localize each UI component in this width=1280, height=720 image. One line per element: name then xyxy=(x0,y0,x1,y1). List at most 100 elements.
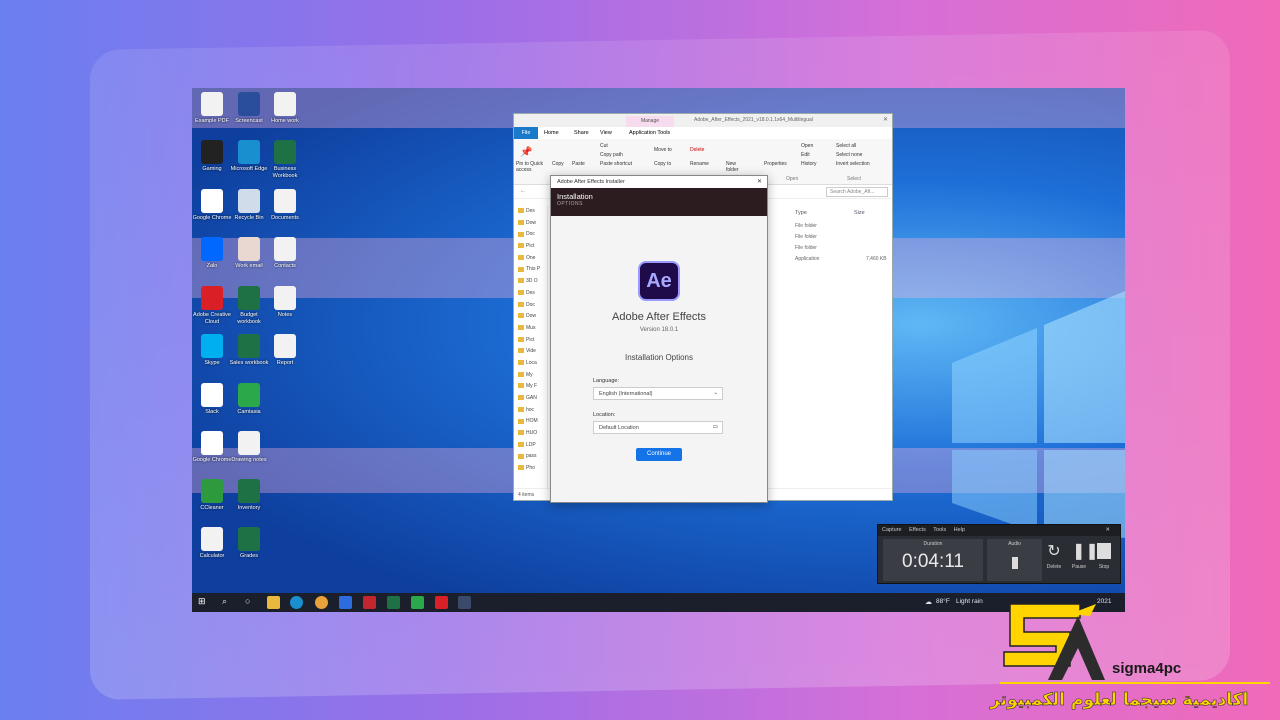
new-folder-button[interactable]: New folder xyxy=(726,161,746,173)
cut-button[interactable]: Cut xyxy=(600,143,608,149)
nav-item[interactable]: HOM xyxy=(514,416,547,428)
nav-item[interactable]: One xyxy=(514,253,547,265)
desktop-icon[interactable]: Inventory xyxy=(229,479,269,512)
nav-item[interactable]: GAN xyxy=(514,393,547,405)
nav-item[interactable]: Pict xyxy=(514,241,547,253)
invert-selection-button[interactable]: Invert selection xyxy=(836,161,870,167)
properties-button[interactable]: Properties xyxy=(764,161,787,167)
tab-file[interactable]: File xyxy=(514,127,538,139)
nav-item[interactable]: Doc xyxy=(514,229,547,241)
select-none-button[interactable]: Select none xyxy=(836,152,862,158)
close-icon[interactable]: ✕ xyxy=(757,178,762,185)
nav-item[interactable]: 3D O xyxy=(514,276,547,288)
search-input[interactable]: Search Adobe_Aft... xyxy=(826,187,888,197)
menu-effects[interactable]: Effects xyxy=(909,527,926,533)
start-icon[interactable]: ⊞ xyxy=(198,596,206,607)
desktop-icon[interactable]: Screencast xyxy=(229,92,269,125)
folder-icon[interactable]: ▭ xyxy=(713,424,718,430)
mail-icon[interactable] xyxy=(339,596,352,609)
desktop-icon[interactable]: Example PDF xyxy=(192,92,232,125)
nav-item[interactable]: My F xyxy=(514,381,547,393)
desktop-icon[interactable]: Grades xyxy=(229,527,269,560)
paste-button[interactable]: Paste xyxy=(572,161,585,167)
desktop-icon[interactable]: Report xyxy=(265,334,305,367)
desktop-icon[interactable]: Microsoft Edge xyxy=(229,140,269,173)
nav-item[interactable]: This P xyxy=(514,264,547,276)
edit-button[interactable]: Edit xyxy=(801,152,810,158)
camtasia-icon[interactable] xyxy=(411,596,424,609)
location-field[interactable]: Default Location ▭ xyxy=(593,421,723,434)
desktop-icon[interactable]: Budget workbook xyxy=(229,286,269,326)
desktop-icon[interactable]: Gaming xyxy=(192,140,232,173)
nav-item[interactable]: Dow xyxy=(514,311,547,323)
edge-icon[interactable] xyxy=(290,596,303,609)
tab-home[interactable]: Home xyxy=(544,130,559,136)
row-type[interactable]: Application xyxy=(795,256,819,262)
column-size[interactable]: Size xyxy=(854,210,865,216)
file-explorer-icon[interactable] xyxy=(267,596,280,609)
nav-item[interactable]: Dow xyxy=(514,218,547,230)
desktop-icon[interactable]: Calculator xyxy=(192,527,232,560)
rename-button[interactable]: Rename xyxy=(690,161,709,167)
select-all-button[interactable]: Select all xyxy=(836,143,856,149)
copy-button[interactable]: Copy xyxy=(552,161,564,167)
desktop-icon[interactable]: Skype xyxy=(192,334,232,367)
desktop-icon[interactable]: Home work xyxy=(265,92,305,125)
row-type[interactable]: File folder xyxy=(795,245,817,251)
nav-item[interactable]: My xyxy=(514,370,547,382)
task-view-icon[interactable]: ○ xyxy=(245,596,250,606)
history-button[interactable]: History xyxy=(801,161,817,167)
copy-path-button[interactable]: Copy path xyxy=(600,152,623,158)
stop-button[interactable]: Stop xyxy=(1092,543,1116,570)
open-button[interactable]: Open xyxy=(801,143,813,149)
desktop-icon[interactable]: Adobe Creative Cloud xyxy=(192,286,232,326)
excel-icon[interactable] xyxy=(387,596,400,609)
nav-item[interactable]: Des xyxy=(514,288,547,300)
manage-tab[interactable]: Manage xyxy=(626,116,674,127)
language-select[interactable]: English (International) ⌄ xyxy=(593,387,723,400)
desktop-icon[interactable]: Zalo xyxy=(192,237,232,270)
back-arrow-icon[interactable]: ← xyxy=(520,188,526,194)
menu-tools[interactable]: Tools xyxy=(933,527,946,533)
column-type[interactable]: Type xyxy=(795,210,807,216)
app-icon[interactable] xyxy=(363,596,376,609)
nav-item[interactable]: Pho xyxy=(514,463,547,475)
desktop-icon[interactable]: Sales workbook xyxy=(229,334,269,367)
desktop-icon[interactable]: Contacts xyxy=(265,237,305,270)
desktop-icon[interactable]: Drawing notes xyxy=(229,431,269,464)
desktop-icon[interactable]: Documents xyxy=(265,189,305,222)
move-to-button[interactable]: Move to xyxy=(654,147,672,153)
close-icon[interactable]: ✕ xyxy=(883,116,888,123)
nav-item[interactable]: Vide xyxy=(514,346,547,358)
desktop-icon[interactable]: Google Chrome xyxy=(192,431,232,464)
desktop-icon[interactable]: CCleaner xyxy=(192,479,232,512)
installer-window[interactable]: Adobe After Effects Installer ✕ Installa… xyxy=(550,175,768,503)
desktop-icon[interactable]: Camtasia xyxy=(229,383,269,416)
desktop-icon[interactable]: Recycle Bin xyxy=(229,189,269,222)
pin-button[interactable]: Pin to Quick access xyxy=(516,161,546,173)
tab-view[interactable]: View xyxy=(600,130,612,136)
close-icon[interactable]: ✕ xyxy=(1105,527,1110,533)
nav-item[interactable]: Des xyxy=(514,206,547,218)
row-type[interactable]: File folder xyxy=(795,234,817,240)
nav-item[interactable]: Doc xyxy=(514,300,547,312)
chrome-icon[interactable] xyxy=(315,596,328,609)
desktop-icon[interactable]: Notes xyxy=(265,286,305,319)
menu-help[interactable]: Help xyxy=(954,527,965,533)
tab-share[interactable]: Share xyxy=(574,130,589,136)
pause-button[interactable]: ❚❚ Pause xyxy=(1067,543,1099,570)
delete-button[interactable]: ↻ Delete xyxy=(1042,543,1066,570)
menu-capture[interactable]: Capture xyxy=(882,527,902,533)
desktop-icon[interactable]: Work email xyxy=(229,237,269,270)
audio-level-bar[interactable] xyxy=(1011,557,1018,569)
row-type[interactable]: File folder xyxy=(795,223,817,229)
adobe-cc-icon[interactable] xyxy=(435,596,448,609)
paste-shortcut-button[interactable]: Paste shortcut xyxy=(600,161,632,167)
nav-item[interactable]: Mus xyxy=(514,323,547,335)
continue-button[interactable]: Continue xyxy=(636,448,682,461)
copy-to-button[interactable]: Copy to xyxy=(654,161,671,167)
nav-item[interactable]: Pict xyxy=(514,335,547,347)
nav-item[interactable]: Loca xyxy=(514,358,547,370)
nav-item[interactable]: HUO xyxy=(514,428,547,440)
tab-application-tools[interactable]: Application Tools xyxy=(629,130,670,136)
